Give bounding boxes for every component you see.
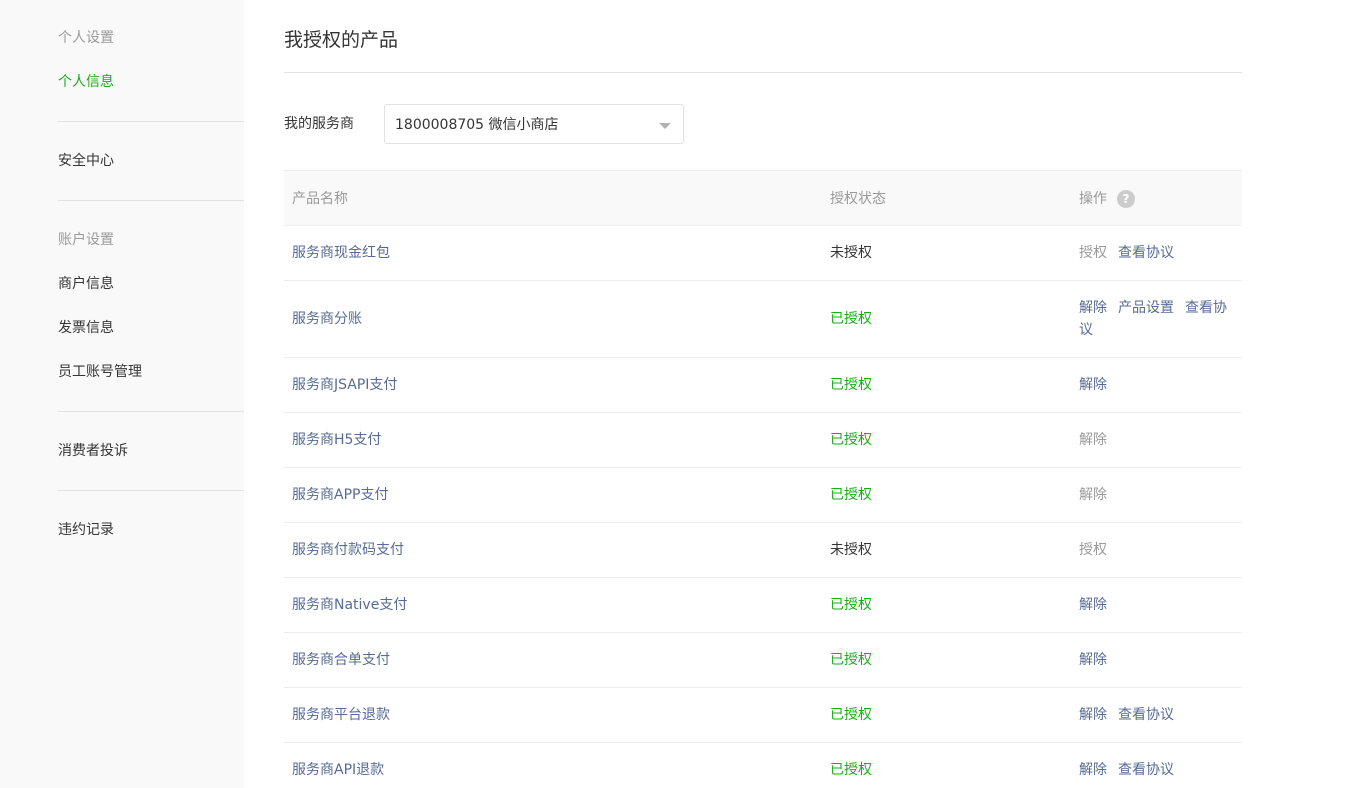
row-ops: 解除 查看协议 [1079,759,1229,781]
table-row: 服务商平台退款 已授权 解除 查看协议 [284,688,1242,743]
chevron-down-icon [659,123,671,129]
row-ops: 授权 [1079,539,1229,561]
revoke-link[interactable]: 解除 [1079,300,1107,316]
revoke-link[interactable]: 解除 [1079,652,1107,668]
product-name: 服务商APP支付 [292,487,389,503]
auth-status: 已授权 [830,377,872,393]
provider-select-value: 1800008705 微信小商店 [395,117,559,133]
view-agreement-link[interactable]: 查看协议 [1118,245,1174,261]
auth-status: 未授权 [830,542,872,558]
sidebar-item-security-center[interactable]: 安全中心 [58,151,114,171]
sidebar-item-consumer-complaints[interactable]: 消费者投诉 [58,441,128,461]
revoke-link: 解除 [1079,432,1107,448]
sidebar-heading-personal: 个人设置 [58,30,114,46]
auth-status: 已授权 [830,762,872,778]
table-row: 服务商现金红包 未授权 授权 查看协议 [284,226,1242,281]
row-ops: 授权 查看协议 [1079,242,1229,264]
sidebar-item-merchant-info[interactable]: 商户信息 [58,274,114,294]
sidebar: 个人设置 个人信息 安全中心 账户设置 商户信息 发票信息 员工账号管理 消费者… [0,0,244,788]
product-settings-link[interactable]: 产品设置 [1118,300,1174,316]
column-header-ops-label: 操作 [1079,191,1107,207]
column-header-status: 授权状态 [830,191,886,207]
auth-status: 已授权 [830,432,872,448]
products-table: 产品名称 授权状态 操作 ? 服务商现金红包 未授权 授权 查看协议 服务商分账 … [284,170,1242,788]
view-agreement-link[interactable]: 查看协议 [1118,762,1174,778]
product-name: 服务商分账 [292,311,362,327]
auth-status: 已授权 [830,311,872,327]
auth-status: 未授权 [830,245,872,261]
help-icon[interactable]: ? [1117,190,1135,208]
table-row: 服务商JSAPI支付 已授权 解除 [284,358,1242,413]
product-name: 服务商JSAPI支付 [292,377,398,393]
table-row: 服务商APP支付 已授权 解除 [284,468,1242,523]
product-name: 服务商现金红包 [292,245,390,261]
revoke-link[interactable]: 解除 [1079,707,1107,723]
table-row: 服务商H5支付 已授权 解除 [284,413,1242,468]
table-row: 服务商API退款 已授权 解除 查看协议 [284,743,1242,788]
auth-status: 已授权 [830,707,872,723]
table-row: 服务商付款码支付 未授权 授权 [284,523,1242,578]
revoke-link: 解除 [1079,487,1107,503]
row-ops: 解除 [1079,429,1229,451]
table-row: 服务商Native支付 已授权 解除 [284,578,1242,633]
row-ops: 解除 [1079,484,1229,506]
product-name: 服务商Native支付 [292,597,408,613]
sidebar-item-invoice-info[interactable]: 发票信息 [58,318,114,338]
sidebar-divider [58,200,244,201]
column-header-ops: 操作 ? [1079,189,1135,209]
revoke-link[interactable]: 解除 [1079,377,1107,393]
row-ops: 解除 查看协议 [1079,704,1229,726]
table-row: 服务商分账 已授权 解除 产品设置 查看协议 [284,281,1242,358]
sidebar-item-staff-accounts[interactable]: 员工账号管理 [58,362,142,382]
product-name: 服务商合单支付 [292,652,390,668]
product-name: 服务商平台退款 [292,707,390,723]
sidebar-divider [58,411,244,412]
revoke-link[interactable]: 解除 [1079,597,1107,613]
provider-label: 我的服务商 [284,116,354,132]
title-divider [284,72,1242,73]
product-name: 服务商付款码支付 [292,542,404,558]
column-header-name: 产品名称 [292,191,348,207]
row-ops: 解除 [1079,649,1229,671]
product-name: 服务商H5支付 [292,432,382,448]
auth-status: 已授权 [830,652,872,668]
revoke-link[interactable]: 解除 [1079,762,1107,778]
sidebar-item-violation-records[interactable]: 违约记录 [58,520,114,540]
view-agreement-link[interactable]: 查看协议 [1118,707,1174,723]
sidebar-heading-account: 账户设置 [58,232,114,248]
product-name: 服务商API退款 [292,762,385,778]
page-title: 我授权的产品 [284,29,399,51]
table-header: 产品名称 授权状态 操作 ? [284,170,1242,226]
row-ops: 解除 [1079,594,1229,616]
sidebar-item-personal-info[interactable]: 个人信息 [58,72,114,92]
auth-status: 已授权 [830,597,872,613]
row-ops: 解除 产品设置 查看协议 [1079,297,1229,341]
sidebar-divider [58,490,244,491]
sidebar-divider [58,121,244,122]
table-row: 服务商合单支付 已授权 解除 [284,633,1242,688]
row-ops: 解除 [1079,374,1229,396]
auth-status: 已授权 [830,487,872,503]
authorize-link: 授权 [1079,245,1107,261]
authorize-link: 授权 [1079,542,1107,558]
provider-select[interactable]: 1800008705 微信小商店 [384,104,684,144]
